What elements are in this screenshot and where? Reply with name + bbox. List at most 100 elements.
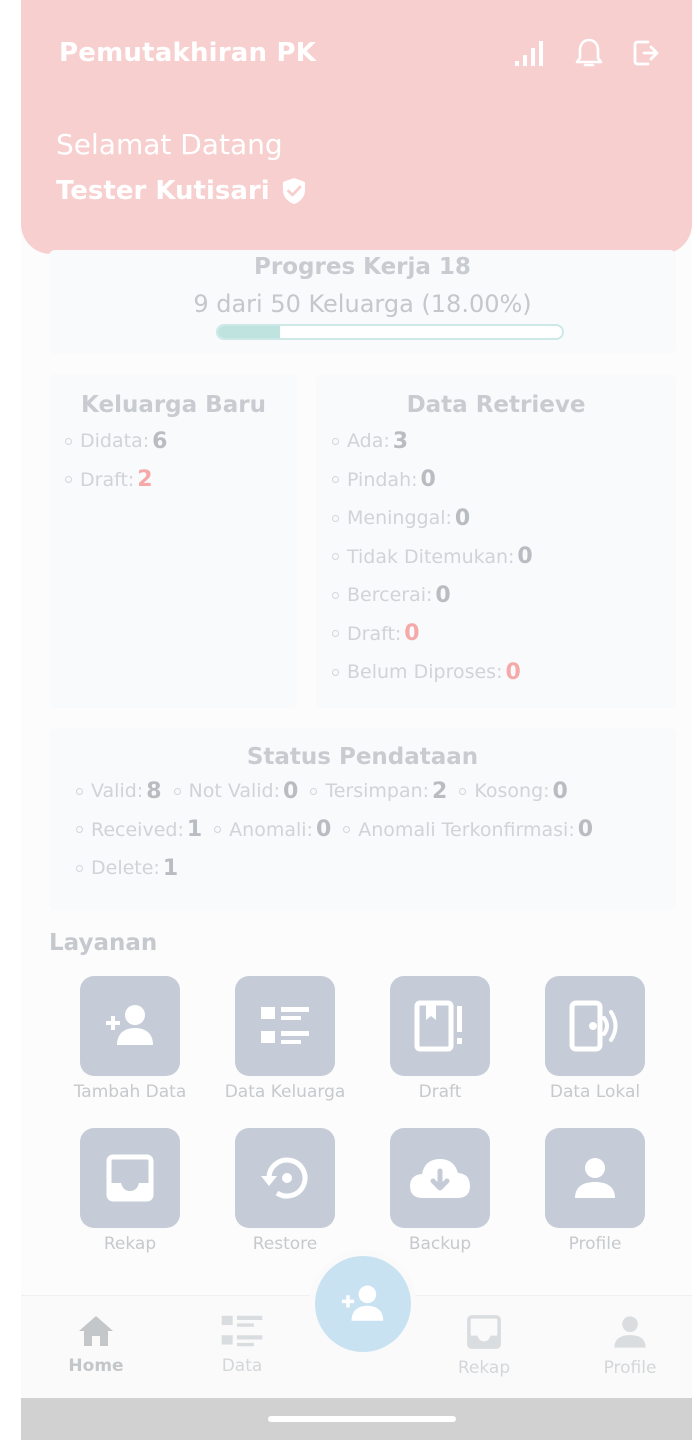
bullet-icon <box>332 630 339 638</box>
bullet-icon <box>65 476 72 484</box>
system-nav-bar <box>21 1398 692 1440</box>
service-label: Backup <box>408 1234 472 1254</box>
item-value: 0 <box>404 621 420 647</box>
bullet-icon <box>332 514 339 522</box>
nav-home[interactable]: Home <box>51 1314 141 1376</box>
status-item: Kosong: 0 <box>459 778 568 804</box>
service-label: Data Lokal <box>549 1082 641 1102</box>
draft-book-icon <box>414 1000 462 1052</box>
tile[interactable] <box>80 1128 180 1228</box>
service-label: Rekap <box>103 1234 157 1254</box>
add-person-icon <box>341 1285 384 1321</box>
status-label: Not Valid: <box>188 780 281 803</box>
list-item: Didata: 6 <box>65 422 298 461</box>
status-row: Delete: 1 <box>76 849 676 888</box>
user-name: Tester Kutisari <box>56 176 270 206</box>
list-item: Meninggal: 0 <box>332 499 676 538</box>
progress-text: 9 dari 50 Keluarga (18.00%) <box>193 290 532 318</box>
status-item: Valid: 8 <box>76 779 162 804</box>
bullet-icon <box>173 787 181 795</box>
signal-icon[interactable] <box>511 36 545 70</box>
tile[interactable] <box>235 976 335 1076</box>
service-label: Draft <box>418 1082 462 1102</box>
data-retrieve-card: Data Retrieve Ada: 3 Pindah: 0 Meninggal: 0… <box>316 374 676 708</box>
nav-label: Home <box>68 1356 124 1376</box>
service-data-lokal[interactable]: Data Lokal <box>525 976 665 1102</box>
status-label: Tersimpan: <box>325 780 430 803</box>
bullet-icon <box>332 553 339 561</box>
home-indicator[interactable] <box>268 1416 456 1422</box>
item-value: 6 <box>152 428 168 454</box>
tile[interactable] <box>80 976 180 1076</box>
nav-data[interactable]: Data <box>197 1314 287 1376</box>
item-label: Ada: <box>347 430 390 453</box>
service-draft[interactable]: Draft <box>370 976 510 1102</box>
bullet-icon <box>332 591 339 599</box>
item-label: Belum Diproses: <box>347 661 503 684</box>
item-label: Draft: <box>347 622 402 645</box>
service-tambah-data[interactable]: Tambah Data <box>60 976 200 1102</box>
phone-signal-icon <box>569 1000 618 1052</box>
bullet-icon <box>332 437 339 445</box>
progress-bar <box>216 324 564 340</box>
status-value: 1 <box>162 855 179 881</box>
cloud-download-icon <box>410 1159 470 1198</box>
service-label: Restore <box>252 1234 318 1254</box>
keluarga-baru-card: Keluarga Baru Didata: 6 Draft: 2 <box>49 374 298 708</box>
add-person-icon <box>106 1005 153 1045</box>
inbox-icon <box>106 1154 154 1202</box>
nav-rekap[interactable]: Rekap <box>439 1314 529 1378</box>
item-value: 0 <box>454 505 471 531</box>
status-value: 8 <box>146 778 162 804</box>
service-label: Data Keluarga <box>224 1082 346 1102</box>
tile[interactable] <box>390 1128 490 1228</box>
status-value: 0 <box>315 817 332 843</box>
tile[interactable] <box>545 1128 645 1228</box>
item-label: Didata: <box>80 430 150 453</box>
service-label: Profile <box>568 1234 622 1254</box>
service-restore[interactable]: Restore <box>215 1128 355 1254</box>
status-label: Received: <box>91 818 184 841</box>
bullet-icon <box>343 826 351 834</box>
tile[interactable] <box>390 976 490 1076</box>
bullet-icon <box>76 864 83 872</box>
bullet-icon <box>332 476 339 484</box>
service-backup[interactable]: Backup <box>370 1128 510 1254</box>
item-value: 0 <box>420 467 436 493</box>
welcome-text: Selamat Datang <box>56 128 283 161</box>
bell-icon[interactable] <box>572 36 606 70</box>
bullet-icon <box>214 826 222 834</box>
service-data-keluarga[interactable]: Data Keluarga <box>215 976 355 1102</box>
service-profile[interactable]: Profile <box>525 1128 665 1254</box>
tile[interactable] <box>235 1128 335 1228</box>
status-item: Not Valid: 0 <box>173 779 298 804</box>
inbox-icon <box>467 1315 501 1349</box>
item-label: Draft: <box>80 468 135 491</box>
tile[interactable] <box>545 976 645 1076</box>
bullet-icon <box>459 787 467 795</box>
status-row: Received: 1 Anomali: 0 Anomali Terkonfirma… <box>76 811 676 850</box>
add-data-fab[interactable] <box>315 1256 411 1352</box>
list-icon <box>221 1315 263 1347</box>
user-row: Tester Kutisari <box>56 176 308 206</box>
status-value: 2 <box>432 778 448 804</box>
progress-title: Progres Kerja 18 <box>254 254 471 280</box>
restore-icon <box>261 1157 308 1199</box>
status-value: 0 <box>552 778 568 804</box>
nav-profile[interactable]: Profile <box>585 1314 675 1378</box>
service-label: Tambah Data <box>73 1082 187 1102</box>
bullet-icon <box>76 787 83 795</box>
person-icon <box>614 1316 646 1348</box>
nav-label: Rekap <box>457 1358 511 1378</box>
list-item: Belum Diproses: 0 <box>332 653 676 692</box>
service-rekap[interactable]: Rekap <box>60 1128 200 1254</box>
data-retrieve-title: Data Retrieve <box>406 392 586 418</box>
item-label: Tidak Ditemukan: <box>347 545 515 568</box>
logout-icon[interactable] <box>630 36 664 70</box>
status-label: Kosong: <box>474 780 550 803</box>
progress-fill <box>218 326 280 338</box>
status-value: 0 <box>577 817 594 843</box>
bullet-icon <box>310 787 318 795</box>
nav-label: Profile <box>603 1358 657 1378</box>
status-label: Delete: <box>91 857 160 880</box>
